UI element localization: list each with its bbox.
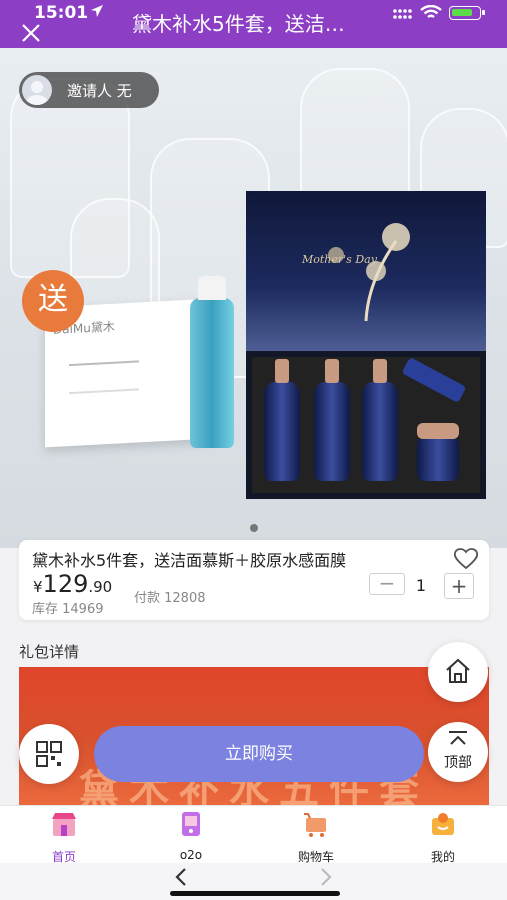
inviter-label: 邀请人 无	[67, 82, 132, 100]
flower-illustration-icon	[328, 223, 410, 322]
top-bar: 15:01 黛木补水5件套，送洁…	[0, 0, 507, 48]
quantity-plus-button[interactable]: +	[444, 573, 474, 599]
user-icon	[432, 813, 454, 835]
tab-o2o-label: o2o	[179, 848, 203, 862]
gift-badge: 送	[22, 270, 84, 332]
product-title: 黛木补水5件套，送洁面慕斯＋胶原水感面膜	[32, 551, 347, 570]
stock-count: 库存 14969	[32, 602, 104, 617]
close-icon[interactable]	[20, 22, 42, 44]
cart-icon	[304, 813, 326, 837]
tab-mine[interactable]: 我的	[403, 810, 483, 865]
product-price: ¥129.90	[33, 570, 113, 598]
battery-icon	[449, 6, 485, 20]
quantity-value[interactable]: 1	[415, 576, 427, 595]
gift-box-text: Mother's Day	[302, 253, 377, 266]
back-to-top-label: 顶部	[444, 755, 472, 771]
forward-arrow-icon[interactable]	[318, 867, 334, 887]
gift-box-lid: Mother's Day	[246, 191, 486, 351]
tab-home[interactable]: 首页	[24, 810, 104, 865]
status-time: 15:01	[34, 3, 89, 23]
location-arrow-icon	[91, 5, 103, 17]
product-info-card: 黛木补水5件套，送洁面慕斯＋胶原水感面膜 ¥129.90 付款 12808 库存…	[19, 540, 489, 620]
quantity-minus-button[interactable]: −	[369, 573, 405, 595]
carousel-indicator	[250, 524, 258, 532]
wifi-icon	[420, 5, 442, 18]
tab-o2o[interactable]: o2o	[151, 810, 231, 862]
gift-box-tray	[246, 351, 486, 499]
arrow-up-icon	[449, 731, 467, 745]
product-hero-image[interactable]: 邀请人 无 DaiMu黛木 送 Mother's Day	[0, 48, 507, 548]
store-icon	[182, 812, 200, 836]
foam-bottle-image	[190, 276, 234, 448]
avatar	[22, 75, 52, 105]
section-title-details: 礼包详情	[19, 643, 80, 661]
paid-count: 付款 12808	[134, 591, 206, 606]
buy-now-button[interactable]: 立即购买	[94, 726, 424, 782]
inviter-tag: 邀请人 无	[19, 72, 159, 108]
back-to-top-button[interactable]: 顶部	[428, 722, 488, 782]
page-title: 黛木补水5件套，送洁…	[132, 12, 345, 36]
home-float-button[interactable]	[428, 642, 488, 702]
home-icon	[446, 658, 470, 683]
heart-icon[interactable]	[453, 546, 479, 570]
cellular-signal-icon	[393, 9, 412, 19]
back-arrow-icon[interactable]	[173, 867, 189, 887]
bottom-tab-bar: 首页 o2o 购物车 我的	[0, 805, 507, 865]
qrcode-icon	[36, 741, 62, 767]
qrcode-button[interactable]	[19, 724, 79, 784]
browser-nav-bar	[0, 863, 507, 900]
shop-icon	[52, 813, 76, 836]
home-indicator	[170, 891, 340, 896]
tab-cart[interactable]: 购物车	[276, 810, 356, 865]
